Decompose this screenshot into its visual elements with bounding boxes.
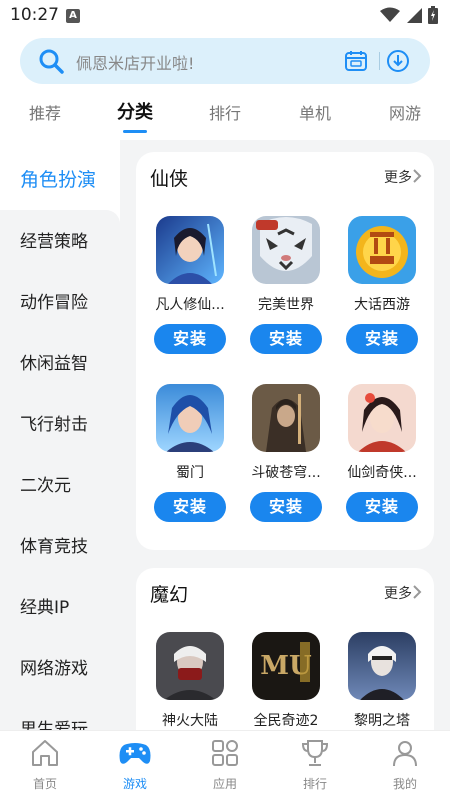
search-icon	[39, 49, 64, 74]
game-name: 大话西游	[354, 297, 410, 313]
game-name: 完美世界	[258, 297, 314, 313]
top-tabs: 推荐 分类 排行 单机 网游	[0, 94, 450, 138]
game-icon-wanmei[interactable]	[252, 216, 320, 284]
apps-icon	[212, 740, 238, 766]
install-button[interactable]: 安装	[250, 492, 322, 522]
wifi-icon	[380, 7, 400, 22]
nav-label: 排行	[302, 777, 327, 791]
app-root: 10:27 A 佩恩米店开业啦! 推荐 分类 排行 单机 网游 仙侠 更多 凡人…	[0, 0, 450, 800]
nav-games[interactable]: 游戏	[90, 739, 180, 792]
nav-label: 我的	[392, 777, 417, 791]
battery-icon	[428, 6, 438, 24]
status-time: 10:27	[10, 5, 59, 25]
sidebar-item-roleplay[interactable]: 角色扮演	[0, 150, 120, 210]
chevron-right-icon[interactable]	[412, 584, 422, 600]
section-card-xianxia: 仙侠 更多 凡人修仙... 安装 完美世界 安装 大话西游 安装 蜀门 安装 斗…	[136, 152, 434, 550]
game-icon-xianjian[interactable]	[348, 384, 416, 452]
sidebar-item-anime[interactable]: 二次元	[0, 456, 120, 516]
tab-single-player[interactable]: 单机	[280, 100, 350, 124]
status-indicators	[380, 6, 438, 24]
game-icon-quanmin[interactable]: MU	[252, 632, 320, 700]
bottom-nav: 首页 游戏 应用 排行 我的	[0, 730, 450, 800]
sidebar-item-action[interactable]: 动作冒险	[0, 273, 120, 333]
calendar-icon[interactable]	[344, 49, 368, 73]
profile-icon	[393, 741, 417, 767]
tab-recommend[interactable]: 推荐	[10, 100, 80, 124]
section-card-mohuan: 魔幻 更多 神火大陆 MU 全民奇迹2 黎明之塔	[136, 568, 434, 730]
tab-ranking[interactable]: 排行	[190, 100, 260, 124]
sidebar-item-casual[interactable]: 休闲益智	[0, 334, 120, 394]
game-name: 凡人修仙...	[155, 297, 225, 313]
sidebar-item-shooter[interactable]: 飞行射击	[0, 395, 120, 455]
game-name: 全民奇迹2	[253, 713, 319, 729]
install-button[interactable]: 安装	[250, 324, 322, 354]
game-icon-shenhuo[interactable]	[156, 632, 224, 700]
search-divider	[379, 52, 380, 70]
category-sidebar: 角色扮演 经营策略 动作冒险 休闲益智 飞行射击 二次元 体育竞技 经典IP 网…	[0, 150, 120, 740]
chevron-right-icon[interactable]	[412, 168, 422, 184]
game-name: 黎明之塔	[354, 713, 410, 729]
game-icon-doupo[interactable]	[252, 384, 320, 452]
home-icon	[32, 740, 58, 766]
status-bar: 10:27 A	[0, 0, 450, 32]
trophy-icon	[301, 740, 329, 766]
tab-category[interactable]: 分类	[100, 98, 170, 124]
tab-online-games[interactable]: 网游	[370, 100, 440, 124]
game-icon-liming[interactable]	[348, 632, 416, 700]
sidebar-item-online[interactable]: 网络游戏	[0, 639, 120, 699]
game-name: 斗破苍穹...	[251, 465, 321, 481]
tab-active-indicator	[123, 130, 147, 133]
game-icon-dahua[interactable]	[348, 216, 416, 284]
game-name: 蜀门	[176, 465, 204, 481]
nav-ranking[interactable]: 排行	[270, 739, 360, 792]
gamepad-icon	[119, 743, 151, 764]
sidebar-item-strategy[interactable]: 经营策略	[0, 212, 120, 272]
search-input[interactable]: 佩恩米店开业啦!	[76, 50, 194, 74]
game-icon-shumen[interactable]	[156, 384, 224, 452]
nav-label: 游戏	[122, 777, 147, 791]
game-name: 仙剑奇侠...	[347, 465, 417, 481]
more-link[interactable]: 更多	[384, 583, 412, 603]
section-title: 仙侠	[150, 168, 189, 190]
sidebar-item-sports[interactable]: 体育竞技	[0, 517, 120, 577]
game-icon-fanren[interactable]	[156, 216, 224, 284]
install-button[interactable]: 安装	[346, 324, 418, 354]
nav-apps[interactable]: 应用	[180, 739, 270, 792]
section-title: 魔幻	[150, 584, 189, 606]
more-link[interactable]: 更多	[384, 167, 412, 187]
nav-profile[interactable]: 我的	[360, 739, 450, 792]
install-button[interactable]: 安装	[154, 324, 226, 354]
signal-icon	[407, 8, 422, 23]
install-button[interactable]: 安装	[346, 492, 418, 522]
nav-home[interactable]: 首页	[0, 739, 90, 792]
game-name: 神火大陆	[162, 713, 218, 729]
download-icon[interactable]	[386, 49, 410, 73]
sidebar-item-classic-ip[interactable]: 经典IP	[0, 578, 120, 638]
search-bar[interactable]: 佩恩米店开业啦!	[20, 38, 430, 84]
notification-a-icon: A	[66, 9, 80, 23]
nav-label: 首页	[32, 777, 57, 791]
category-content[interactable]: 仙侠 更多 凡人修仙... 安装 完美世界 安装 大话西游 安装 蜀门 安装 斗…	[120, 140, 450, 730]
install-button[interactable]: 安装	[154, 492, 226, 522]
nav-label: 应用	[212, 777, 237, 791]
